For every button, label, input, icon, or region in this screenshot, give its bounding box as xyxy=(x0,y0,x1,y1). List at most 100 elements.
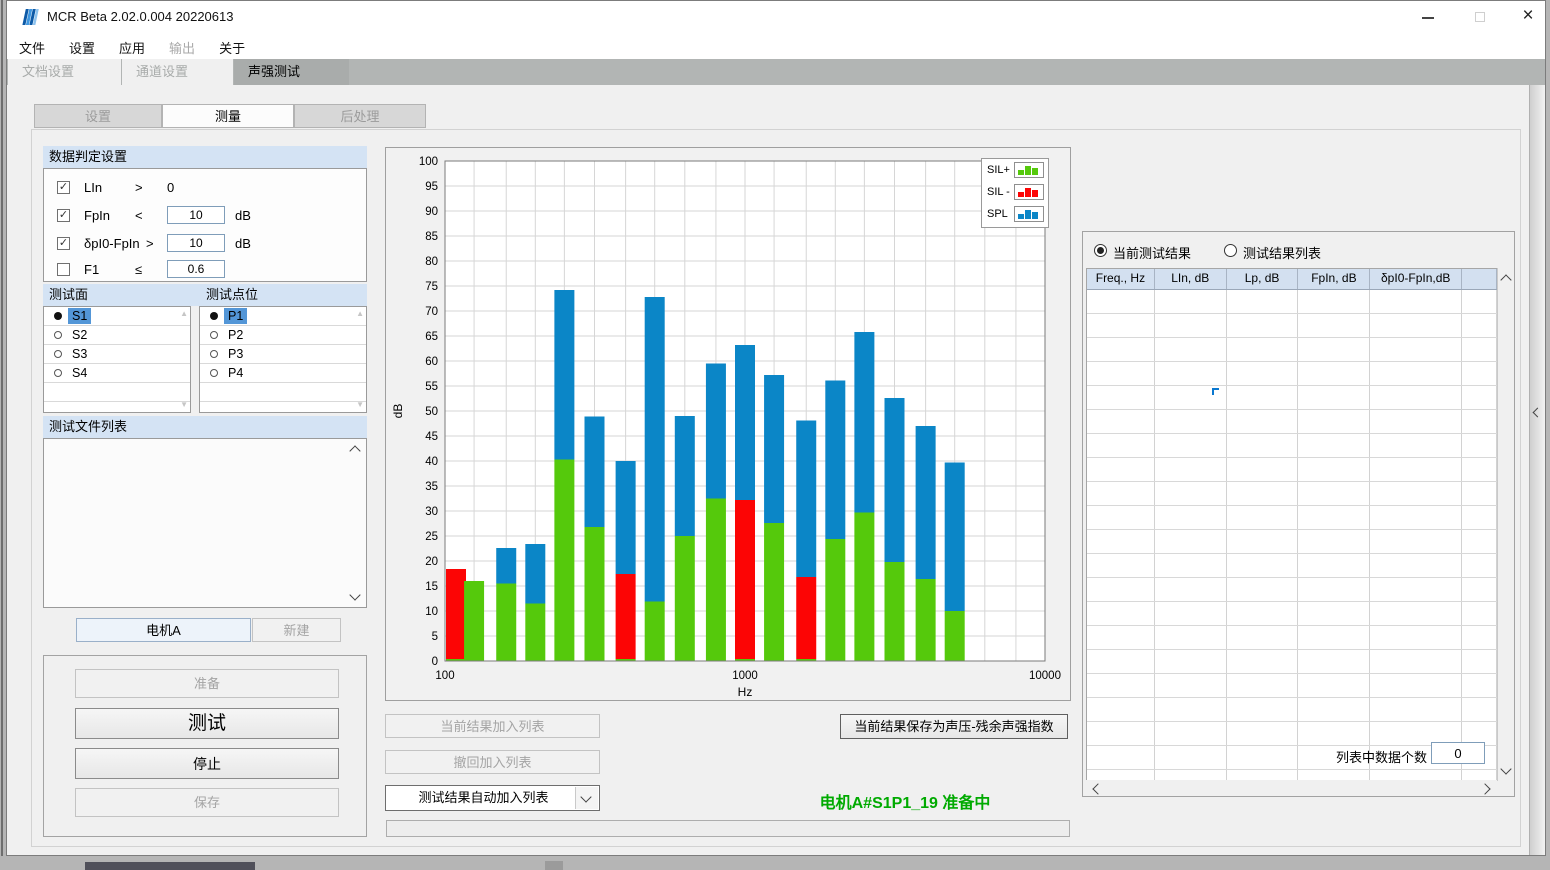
tab-0[interactable]: 文档设置 xyxy=(8,59,121,85)
criteria-checkbox-0[interactable]: ✓ xyxy=(57,181,70,194)
list-scroll-down-icon[interactable]: ▼ xyxy=(180,401,188,409)
list-scroll-up-icon[interactable]: ▲ xyxy=(356,310,364,318)
table-row xyxy=(1087,578,1497,602)
table-cell xyxy=(1370,626,1462,649)
point-item-P1[interactable]: P1 xyxy=(200,307,366,326)
save-as-pressure-button[interactable]: 当前结果保存为声压-残余声强指数 xyxy=(840,714,1068,739)
auto-add-combobox[interactable]: 测试结果自动加入列表 xyxy=(385,785,600,811)
menu-item-1[interactable]: 设置 xyxy=(57,33,107,57)
point-item-P4[interactable]: P4 xyxy=(200,364,366,383)
criteria-row-3: F1≤ xyxy=(44,261,366,281)
column-header[interactable]: Lp, dB xyxy=(1227,269,1299,289)
table-cell xyxy=(1227,650,1299,673)
table-cell xyxy=(1227,314,1299,337)
table-cell xyxy=(1370,506,1462,529)
table-cell xyxy=(1298,338,1370,361)
criteria-checkbox-3[interactable] xyxy=(57,263,70,276)
table-row xyxy=(1087,530,1497,554)
menu-item-0[interactable]: 文件 xyxy=(7,33,57,57)
new-button[interactable]: 新建 xyxy=(252,618,341,642)
y-tick-label: 90 xyxy=(425,206,438,218)
surface-item-S4[interactable]: S4 xyxy=(44,364,190,383)
point-item-P3[interactable]: P3 xyxy=(200,345,366,364)
table-cell xyxy=(1155,674,1227,697)
maximize-button[interactable] xyxy=(1457,1,1503,32)
table-cell xyxy=(1370,386,1462,409)
list-scroll-down-icon[interactable]: ▼ xyxy=(356,401,364,409)
menu-item-2[interactable]: 应用 xyxy=(107,33,157,57)
table-cell xyxy=(1462,674,1497,697)
column-header[interactable]: LIn, dB xyxy=(1155,269,1227,289)
motor-a-button[interactable]: 电机A xyxy=(76,618,251,642)
tab-2[interactable]: 声强测试 xyxy=(234,59,349,85)
subtab-1[interactable]: 测量 xyxy=(162,104,294,128)
prepare-button[interactable]: 准备 xyxy=(75,669,339,698)
subtab-0[interactable]: 设置 xyxy=(34,104,162,128)
titlebar: MCR Beta 2.02.0.004 20220613 × xyxy=(7,1,1545,33)
surface-item-S2[interactable]: S2 xyxy=(44,326,190,345)
table-cell xyxy=(1370,482,1462,505)
radio-result-list[interactable] xyxy=(1224,244,1237,257)
bar-sil-plus xyxy=(916,579,936,661)
radio-current-result[interactable] xyxy=(1094,244,1107,257)
bar-spl xyxy=(645,297,665,602)
stop-button[interactable]: 停止 xyxy=(75,748,339,779)
right-splitter[interactable] xyxy=(1529,85,1544,855)
criteria-checkbox-1[interactable]: ✓ xyxy=(57,209,70,222)
column-header-empty[interactable] xyxy=(1462,269,1497,289)
table-cell xyxy=(1087,410,1155,433)
table-row xyxy=(1087,362,1497,386)
table-cell xyxy=(1087,578,1155,601)
table-cell xyxy=(1298,458,1370,481)
close-button[interactable]: × xyxy=(1505,1,1550,32)
file-list[interactable] xyxy=(43,438,367,608)
minimize-button[interactable] xyxy=(1405,1,1451,32)
scroll-up-icon[interactable] xyxy=(1500,274,1511,285)
surface-item-S1[interactable]: S1 xyxy=(44,307,190,326)
subtab-2[interactable]: 后处理 xyxy=(294,104,426,128)
save-button[interactable]: 保存 xyxy=(75,788,339,817)
criteria-value-input[interactable] xyxy=(167,260,225,278)
scroll-left-icon[interactable] xyxy=(1092,783,1103,794)
column-header[interactable]: FpIn, dB xyxy=(1298,269,1370,289)
radio-icon xyxy=(210,369,218,377)
bar-sil-minus xyxy=(796,577,816,659)
legend-entry: SIL - xyxy=(982,181,1048,203)
criteria-value-input[interactable] xyxy=(167,206,225,224)
point-item-P2[interactable]: P2 xyxy=(200,326,366,345)
combobox-dropdown-button[interactable] xyxy=(575,787,598,809)
bar-sil-minus xyxy=(446,569,466,659)
menu-item-3[interactable]: 输出 xyxy=(157,33,207,57)
criteria-checkbox-2[interactable]: ✓ xyxy=(57,237,70,250)
scroll-right-icon[interactable] xyxy=(1479,783,1490,794)
tab-1[interactable]: 通道设置 xyxy=(122,59,233,85)
table-hscrollbar[interactable] xyxy=(1086,781,1497,796)
list-count-input[interactable] xyxy=(1431,742,1485,764)
criteria-value-input[interactable] xyxy=(167,234,225,252)
table-cell xyxy=(1087,674,1155,697)
splitter-expand-icon[interactable] xyxy=(1533,408,1543,418)
file-list-scroll-down-icon[interactable] xyxy=(349,589,360,600)
surface-item-S3[interactable]: S3 xyxy=(44,345,190,364)
table-cell xyxy=(1227,338,1299,361)
add-current-result-button[interactable]: 当前结果加入列表 xyxy=(385,714,600,738)
column-header[interactable]: Freq., Hz xyxy=(1087,269,1155,289)
criteria-unit: dB xyxy=(235,236,251,251)
table-vscrollbar[interactable] xyxy=(1497,268,1514,781)
list-scroll-up-icon[interactable]: ▲ xyxy=(180,310,188,318)
table-cell xyxy=(1227,410,1299,433)
table-cell xyxy=(1155,338,1227,361)
results-panel: 当前测试结果 测试结果列表 Freq., HzLIn, dBLp, dBFpIn… xyxy=(1082,231,1515,797)
file-list-scroll-up-icon[interactable] xyxy=(349,445,360,456)
test-button[interactable]: 测试 xyxy=(75,708,339,739)
column-header[interactable]: δpI0-FpIn,dB xyxy=(1370,269,1462,289)
legend-entry: SIL+ xyxy=(982,159,1048,181)
x-tick-label: 1000 xyxy=(732,670,758,682)
undo-add-button[interactable]: 撤回加入列表 xyxy=(385,750,600,774)
menu-item-4[interactable]: 关于 xyxy=(207,33,257,57)
bar-sil-plus xyxy=(945,611,965,661)
y-tick-label: 100 xyxy=(419,156,438,168)
auto-add-combobox-value: 测试结果自动加入列表 xyxy=(418,790,548,805)
legend-bar-icon xyxy=(1014,162,1044,178)
scroll-down-icon[interactable] xyxy=(1500,763,1511,774)
